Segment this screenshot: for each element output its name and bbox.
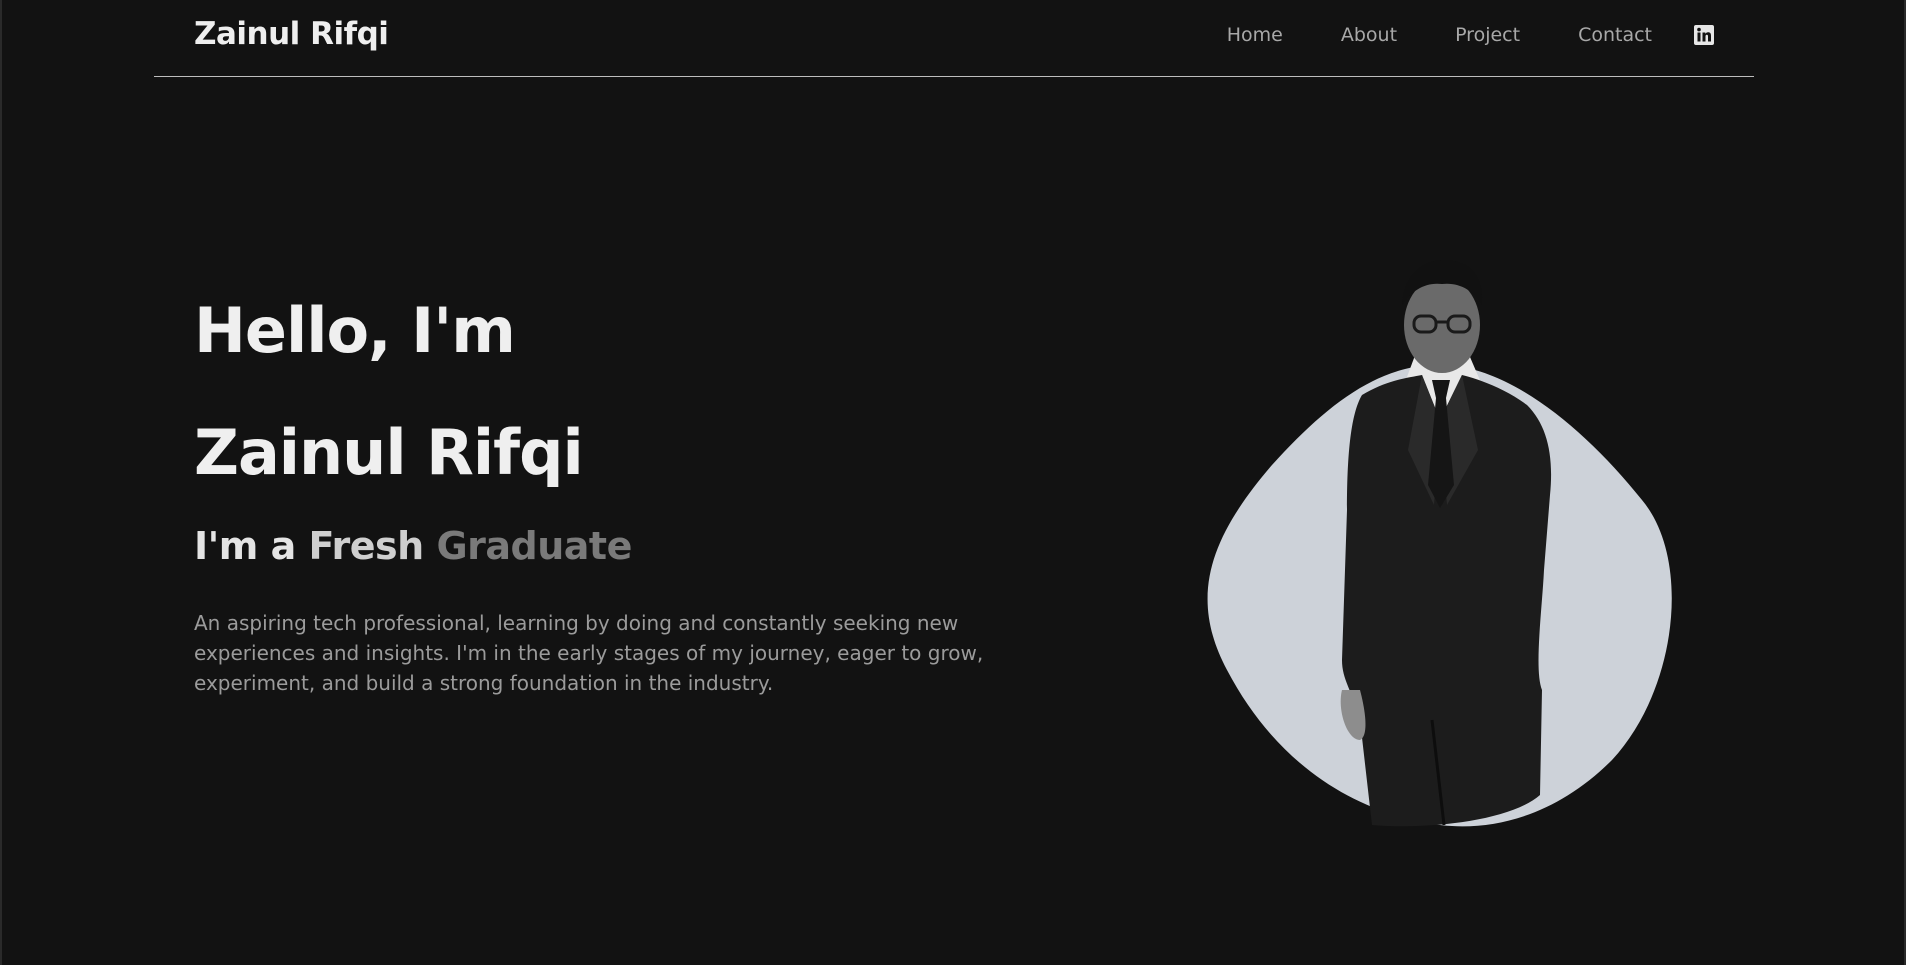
profile-portrait [1182,250,1702,840]
linkedin-icon[interactable] [1694,25,1714,45]
page: Zainul Rifqi Home About Project Contact … [0,0,1906,965]
site-logo[interactable]: Zainul Rifqi [194,16,389,52]
hero-role: I'm a Fresh Graduate [194,524,632,568]
hero-role-word-2: Graduate [436,524,632,568]
nav-contact-link[interactable]: Contact [1578,24,1652,46]
hero-role-word-1: Fresh [308,524,437,568]
nav-about-link[interactable]: About [1341,24,1397,46]
main-nav: Home About Project Contact [1227,0,1714,70]
hero-intro: Hello, I'm Zainul Rifqi I'm a Fresh Grad… [194,294,994,696]
hero-name: Zainul Rifqi [194,416,584,489]
hero-greeting: Hello, I'm [194,294,516,367]
site-header: Zainul Rifqi Home About Project Contact [154,0,1754,77]
hero-role-prefix: I'm a [194,524,309,568]
nav-home-link[interactable]: Home [1227,24,1283,46]
nav-project-link[interactable]: Project [1455,24,1520,46]
portrait-illustration [1207,260,1672,827]
hero-description: An aspiring tech professional, learning … [194,611,984,695]
